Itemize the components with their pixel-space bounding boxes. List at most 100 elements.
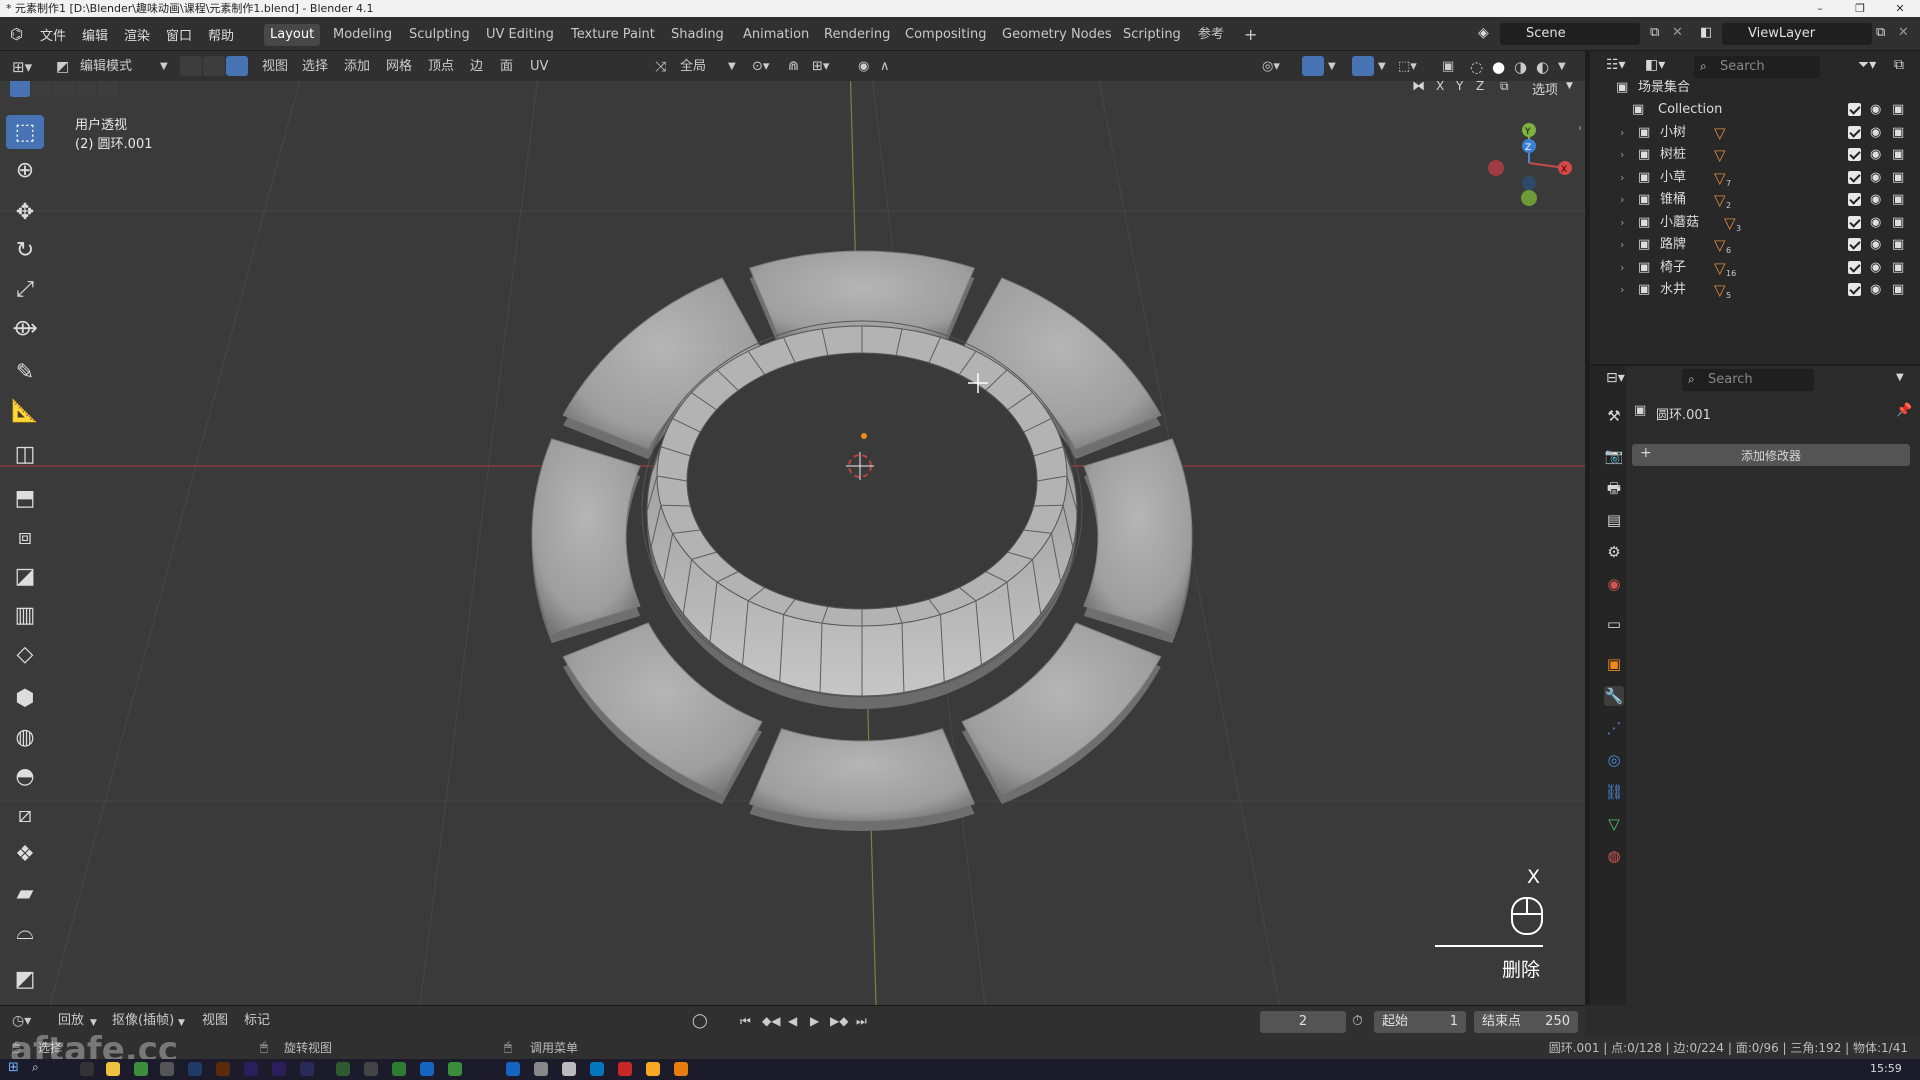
rip-tool-icon[interactable]: ⌓ xyxy=(6,915,44,949)
tab-shading[interactable]: Shading xyxy=(665,24,730,46)
menu-window[interactable]: 窗口 xyxy=(166,25,192,44)
menu-help[interactable]: 帮助 xyxy=(208,25,234,44)
close-button[interactable]: ✕ xyxy=(1880,0,1920,17)
illustrator-icon[interactable] xyxy=(216,1062,230,1076)
physics-tab-icon[interactable]: ◎ xyxy=(1604,750,1624,770)
navigation-gizmo[interactable]: Y Z X xyxy=(1480,116,1580,206)
outliner-item[interactable]: ▣ Collection ◉ ▣ xyxy=(1590,99,1920,121)
view-layer-icon[interactable]: ◧ xyxy=(1700,25,1712,40)
app-icon[interactable] xyxy=(646,1062,660,1076)
taskbar-search-icon[interactable]: ⌕ xyxy=(32,1060,39,1075)
premiere-icon[interactable] xyxy=(272,1062,286,1076)
expand-chevron-icon[interactable]: › xyxy=(1620,234,1624,256)
sidebar-toggle-icon[interactable]: ‹ xyxy=(1578,123,1582,134)
inset-tool-icon[interactable]: ⧈ xyxy=(6,520,44,554)
proportional-edit-icon[interactable]: ◉ xyxy=(858,56,869,78)
mirror-y-toggle[interactable]: Y xyxy=(1456,81,1463,93)
overlay-toggle-icon[interactable] xyxy=(1352,56,1374,76)
browser-icon[interactable] xyxy=(448,1062,462,1076)
solid-shading-icon[interactable]: ● xyxy=(1492,56,1505,78)
camera-icon[interactable]: ▣ xyxy=(1892,189,1904,211)
mode-chevron-down-icon[interactable]: ▼ xyxy=(160,56,168,78)
exclude-checkbox[interactable] xyxy=(1848,215,1861,229)
move-tool-icon[interactable]: ✥ xyxy=(6,195,44,229)
jump-start-icon[interactable]: ⏮ xyxy=(740,1010,751,1032)
camera-icon[interactable]: ▣ xyxy=(1892,144,1904,166)
3d-viewport[interactable]: 用户透视 (2) 圆环.001 ⧓ X Y Z ⧉ 选项 ▼ Y Z X X 删… xyxy=(0,81,1585,1005)
render-tab-icon[interactable]: 📷 xyxy=(1604,446,1624,466)
menu-file[interactable]: 文件 xyxy=(40,25,66,44)
eye-icon[interactable]: ◉ xyxy=(1870,189,1881,211)
eye-icon[interactable]: ◉ xyxy=(1870,279,1881,301)
loop-cut-tool-icon[interactable]: ▥ xyxy=(6,598,44,632)
visibility-icon[interactable]: ◎▾ xyxy=(1262,56,1280,78)
properties-editor-icon[interactable]: ⊟▾ xyxy=(1606,370,1625,386)
rendered-shading-icon[interactable]: ◐ xyxy=(1536,56,1549,78)
add-workspace-icon[interactable]: + xyxy=(1238,24,1263,46)
particles-tab-icon[interactable]: ⋰ xyxy=(1604,718,1624,738)
outliner-root[interactable]: ▣ 场景集合 xyxy=(1590,77,1920,99)
file-explorer-icon[interactable] xyxy=(106,1062,120,1076)
eye-icon[interactable]: ◉ xyxy=(1870,144,1881,166)
seat-segment[interactable] xyxy=(531,438,641,634)
editor-type-icon[interactable]: ⊞▾ xyxy=(12,56,32,78)
play-icon[interactable]: ▶ xyxy=(810,1010,819,1032)
marker-menu[interactable]: 标记 xyxy=(244,1010,270,1032)
app-icon[interactable] xyxy=(534,1062,548,1076)
menu-edit[interactable]: 编辑 xyxy=(82,25,108,44)
exclude-checkbox[interactable] xyxy=(1848,238,1861,251)
maximize-button[interactable]: ❐ xyxy=(1840,0,1880,17)
media-encoder-icon[interactable] xyxy=(300,1062,314,1076)
windows-start-icon[interactable]: ⊞ xyxy=(8,1060,19,1075)
wechat-icon[interactable] xyxy=(392,1062,406,1076)
eye-icon[interactable]: ◉ xyxy=(1870,167,1881,189)
exclude-checkbox[interactable] xyxy=(1848,283,1861,296)
tab-layout[interactable]: Layout xyxy=(264,24,321,46)
smooth-tool-icon[interactable]: ◓ xyxy=(6,759,44,793)
eye-icon[interactable]: ◉ xyxy=(1870,122,1881,144)
chrome-icon[interactable] xyxy=(134,1062,148,1076)
scale-tool-icon[interactable]: ⤢ xyxy=(6,272,44,306)
wps-icon[interactable] xyxy=(618,1062,632,1076)
rotate-tool-icon[interactable]: ↻ xyxy=(6,233,44,267)
filter-icon[interactable]: ⏷▾ xyxy=(1858,57,1876,73)
blender-logo-icon[interactable]: ⌬ xyxy=(10,25,23,43)
tab-modeling[interactable]: Modeling xyxy=(327,24,398,46)
shear-tool-icon[interactable]: ▰ xyxy=(6,876,44,910)
select-box-tool-icon[interactable]: ⬚ xyxy=(6,115,44,149)
edge-slide-tool-icon[interactable]: ⧄ xyxy=(6,798,44,832)
app-icon[interactable] xyxy=(562,1062,576,1076)
menu-view[interactable]: 视图 xyxy=(262,56,288,78)
auto-merge-icon[interactable]: ⧉ xyxy=(1500,81,1509,94)
camera-icon[interactable]: ▣ xyxy=(1892,212,1904,234)
next-keyframe-icon[interactable]: ▶◆ xyxy=(830,1010,848,1032)
pin-icon[interactable]: 📌 xyxy=(1896,403,1912,418)
tab-sculpting[interactable]: Sculpting xyxy=(403,24,476,46)
menu-add[interactable]: 添加 xyxy=(344,56,370,78)
mesh-edit-overlay-icon[interactable]: ⬚▾ xyxy=(1398,56,1417,78)
eye-icon[interactable]: ◉ xyxy=(1870,257,1881,279)
seat-segment[interactable] xyxy=(1083,438,1193,634)
view-layer-selector[interactable]: ViewLayer xyxy=(1722,23,1872,45)
vertex-select-icon[interactable] xyxy=(180,56,202,76)
scene-icon[interactable]: ◈ xyxy=(1478,25,1489,41)
options-menu[interactable]: 选项 xyxy=(1532,81,1558,98)
menu-render[interactable]: 渲染 xyxy=(124,25,150,44)
exclude-checkbox[interactable] xyxy=(1848,103,1861,116)
snap-icon[interactable]: ⋒ xyxy=(788,56,799,78)
constraints-tab-icon[interactable]: ⛓ xyxy=(1604,782,1624,802)
exclude-checkbox[interactable] xyxy=(1848,193,1861,206)
select-invert-icon[interactable] xyxy=(76,81,96,97)
face-select-icon[interactable] xyxy=(226,56,248,76)
expand-chevron-icon[interactable]: › xyxy=(1620,189,1624,211)
app-icon[interactable] xyxy=(160,1062,174,1076)
knife-tool-icon[interactable]: ◇ xyxy=(6,637,44,671)
expand-chevron-icon[interactable]: › xyxy=(1620,257,1624,279)
material-tab-icon[interactable]: ◍ xyxy=(1604,846,1624,866)
seat-segment[interactable] xyxy=(749,728,975,822)
cursor-tool-icon[interactable]: ⊕ xyxy=(6,153,44,187)
poly-build-tool-icon[interactable]: ⬢ xyxy=(6,681,44,715)
auto-keying-icon[interactable]: ◯ xyxy=(692,1010,708,1032)
outliner-item[interactable]: › ▣ 小树 ▽ ◉ ▣ xyxy=(1590,122,1920,144)
menu-select[interactable]: 选择 xyxy=(302,56,328,78)
